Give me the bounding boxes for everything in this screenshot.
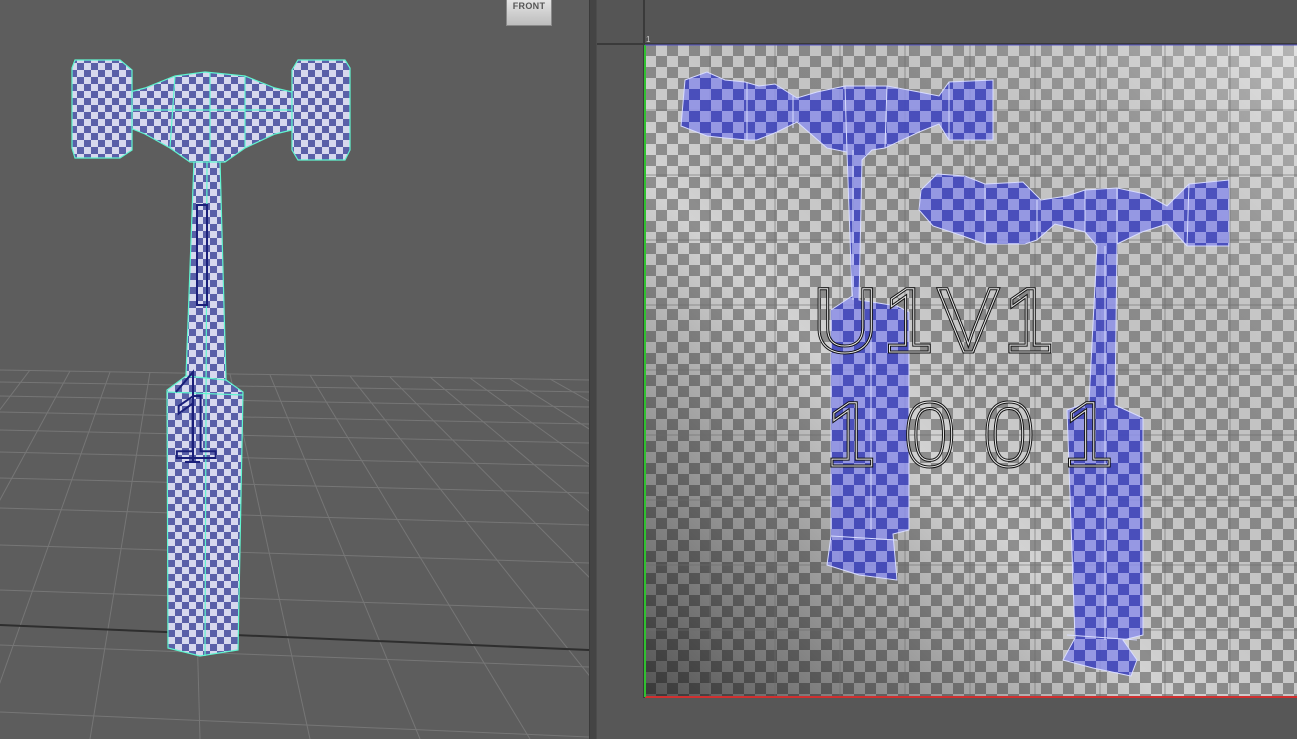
grid-center-line <box>0 624 589 651</box>
uv-tile-labels: U1V1 U1V1 1001 1001 1 <box>646 35 1142 488</box>
hammer-model <box>71 59 351 657</box>
viewport-scene <box>0 59 589 739</box>
panel-divider[interactable] <box>589 0 597 739</box>
perspective-viewport[interactable]: FRONT <box>0 0 589 739</box>
uv-editor-panel[interactable]: U1V1 U1V1 1001 1001 1 <box>597 0 1297 739</box>
view-cube-label: FRONT <box>512 1 546 11</box>
uv-tile-label-inner: U1V1 <box>812 270 1058 372</box>
udim-tile-label-inner: 1001 <box>825 384 1142 486</box>
ground-grid <box>0 369 589 739</box>
uv-corner-label: 1 <box>646 35 651 44</box>
view-cube[interactable]: FRONT <box>506 0 552 26</box>
